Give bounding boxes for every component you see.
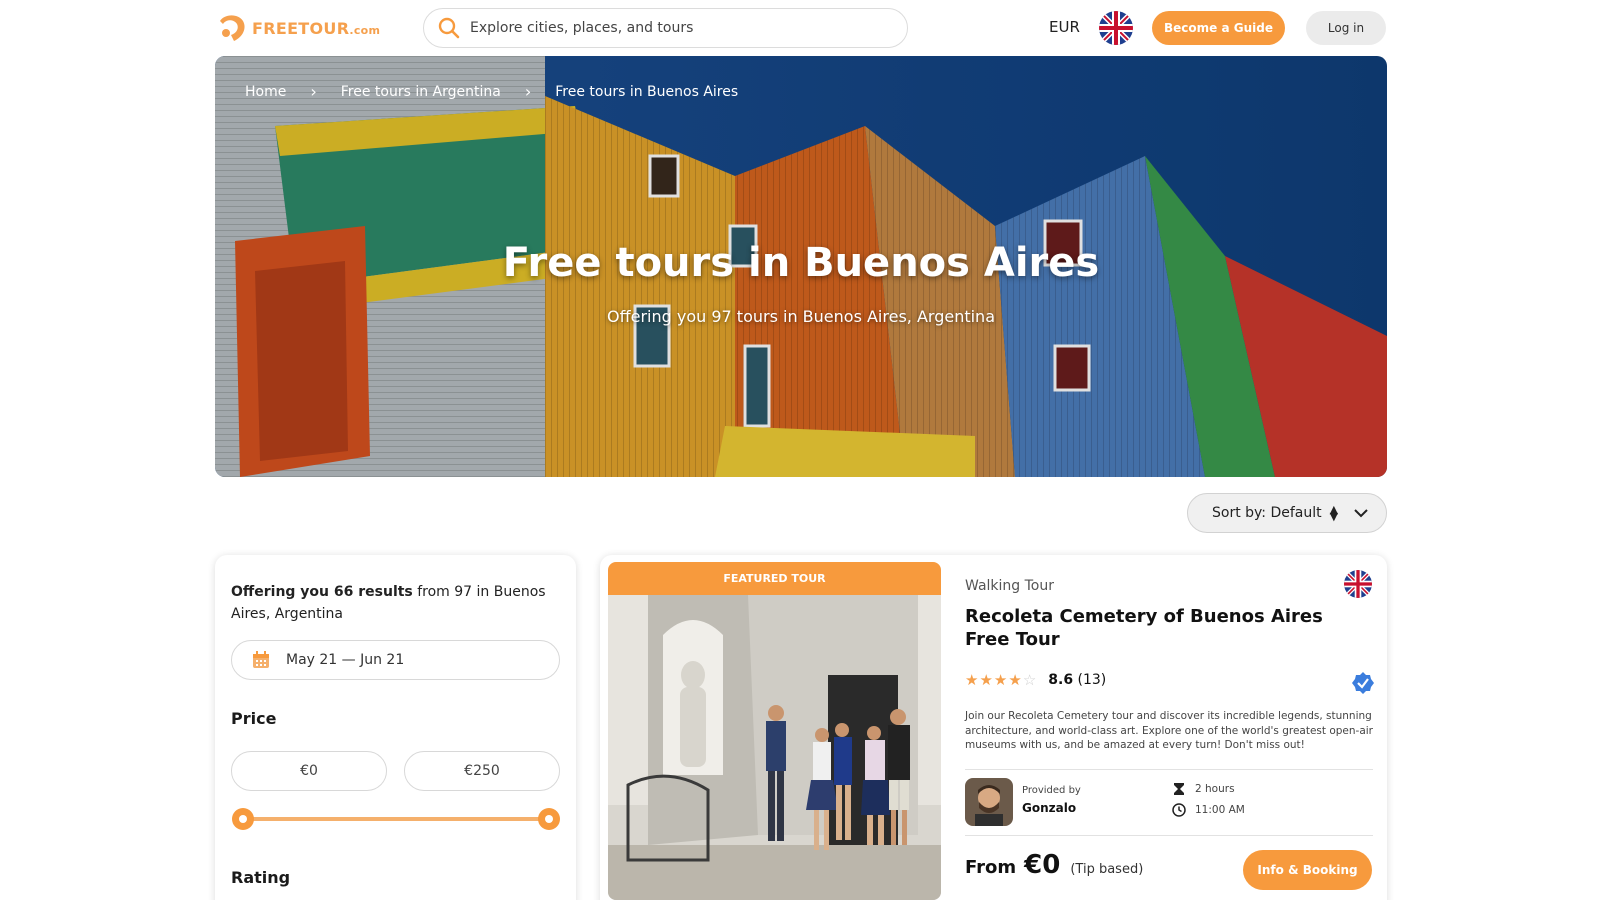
freetour-logo[interactable]: FREETOUR.com bbox=[214, 11, 380, 45]
star-rating: ★ ★ ★ ★ ☆ bbox=[965, 670, 1037, 689]
provided-by-label: Provided by bbox=[1022, 785, 1081, 796]
tour-duration: 2 hours bbox=[1172, 782, 1235, 796]
logo-text: FREETOUR.com bbox=[252, 18, 381, 38]
search-input[interactable] bbox=[470, 20, 890, 36]
info-booking-button[interactable]: Info & Booking bbox=[1243, 850, 1372, 890]
tour-card[interactable]: FEATURED TOUR Walking Tour Recoleta Ceme… bbox=[600, 555, 1387, 900]
sort-dropdown[interactable]: Sort by: Default ▲ ▼ bbox=[1187, 493, 1387, 533]
results-summary: Offering you 66 results from 97 in Bueno… bbox=[231, 584, 546, 622]
star-icon: ★ bbox=[993, 670, 1008, 689]
filter-panel: Offering you 66 results from 97 in Bueno… bbox=[215, 555, 576, 900]
date-range-picker[interactable]: May 21 — Jun 21 bbox=[231, 640, 560, 680]
tour-title[interactable]: Recoleta Cemetery of Buenos Aires Free T… bbox=[965, 605, 1355, 651]
guide-name[interactable]: Gonzalo bbox=[1022, 801, 1076, 815]
tour-photo bbox=[608, 595, 941, 900]
login-button[interactable]: Log in bbox=[1306, 11, 1386, 45]
page-title: Free tours in Buenos Aires bbox=[502, 240, 1100, 286]
hero-banner: Home › Free tours in Argentina › Free to… bbox=[215, 56, 1387, 477]
star-icon: ★ bbox=[965, 670, 979, 689]
chevron-right-icon: › bbox=[310, 82, 317, 101]
divider bbox=[965, 835, 1373, 836]
price-heading: Price bbox=[231, 709, 277, 728]
chevron-down-icon bbox=[1354, 509, 1368, 518]
price-min-input[interactable]: €0 bbox=[231, 751, 387, 791]
verified-badge-icon bbox=[1352, 672, 1374, 694]
featured-badge: FEATURED TOUR bbox=[608, 562, 941, 595]
hourglass-icon bbox=[1174, 783, 1184, 795]
page-subtitle: Offering you 97 tours in Buenos Aires, A… bbox=[607, 307, 995, 326]
language-flag-icon[interactable] bbox=[1099, 11, 1133, 45]
calendar-icon bbox=[253, 651, 269, 668]
tour-image-container[interactable]: FEATURED TOUR bbox=[608, 562, 941, 900]
top-header: FREETOUR.com EUR Become a Guide Log in bbox=[0, 0, 1600, 56]
breadcrumb-current: Free tours in Buenos Aires bbox=[555, 83, 739, 100]
rating-score: 8.6 (13) bbox=[1048, 672, 1107, 688]
star-empty-icon: ☆ bbox=[1022, 670, 1037, 689]
price-slider-min-handle[interactable] bbox=[232, 808, 254, 830]
tour-rating: ★ ★ ★ ★ ☆ 8.6 (13) bbox=[965, 672, 1106, 688]
sort-order-icon: ▲ ▼ bbox=[1329, 503, 1339, 523]
breadcrumb-argentina[interactable]: Free tours in Argentina bbox=[341, 84, 501, 100]
breadcrumb: Home › Free tours in Argentina › Free to… bbox=[245, 82, 738, 101]
logo-icon bbox=[220, 15, 245, 42]
become-guide-button[interactable]: Become a Guide bbox=[1152, 11, 1285, 45]
star-icon: ★ bbox=[979, 670, 993, 689]
price-value: €0 bbox=[1024, 850, 1061, 880]
tour-language-flag-icon bbox=[1344, 570, 1372, 598]
sort-label: Sort by: Default bbox=[1212, 505, 1322, 521]
guide-avatar bbox=[965, 778, 1013, 826]
star-icon: ★ bbox=[1008, 670, 1022, 689]
chevron-right-icon: › bbox=[524, 82, 532, 101]
price-from-label: From bbox=[965, 857, 1017, 878]
search-bar[interactable] bbox=[423, 8, 908, 48]
currency-selector[interactable]: EUR bbox=[1049, 18, 1080, 36]
tour-price: From €0 (Tip based) bbox=[965, 850, 1143, 880]
tour-description: Join our Recoleta Cemetery tour and disc… bbox=[965, 710, 1374, 751]
breadcrumb-home[interactable]: Home bbox=[245, 84, 286, 100]
clock-icon bbox=[1172, 803, 1186, 817]
tour-start-time: 11:00 AM bbox=[1172, 803, 1245, 817]
price-max-input[interactable]: €250 bbox=[404, 751, 560, 791]
price-note: (Tip based) bbox=[1070, 862, 1144, 877]
divider bbox=[965, 769, 1373, 770]
date-range-value: May 21 — Jun 21 bbox=[286, 652, 405, 668]
rating-heading: Rating bbox=[231, 868, 291, 887]
tour-type: Walking Tour bbox=[965, 578, 1054, 594]
price-slider-max-handle[interactable] bbox=[538, 808, 560, 830]
price-slider-track[interactable] bbox=[243, 817, 549, 821]
search-icon bbox=[438, 17, 460, 39]
